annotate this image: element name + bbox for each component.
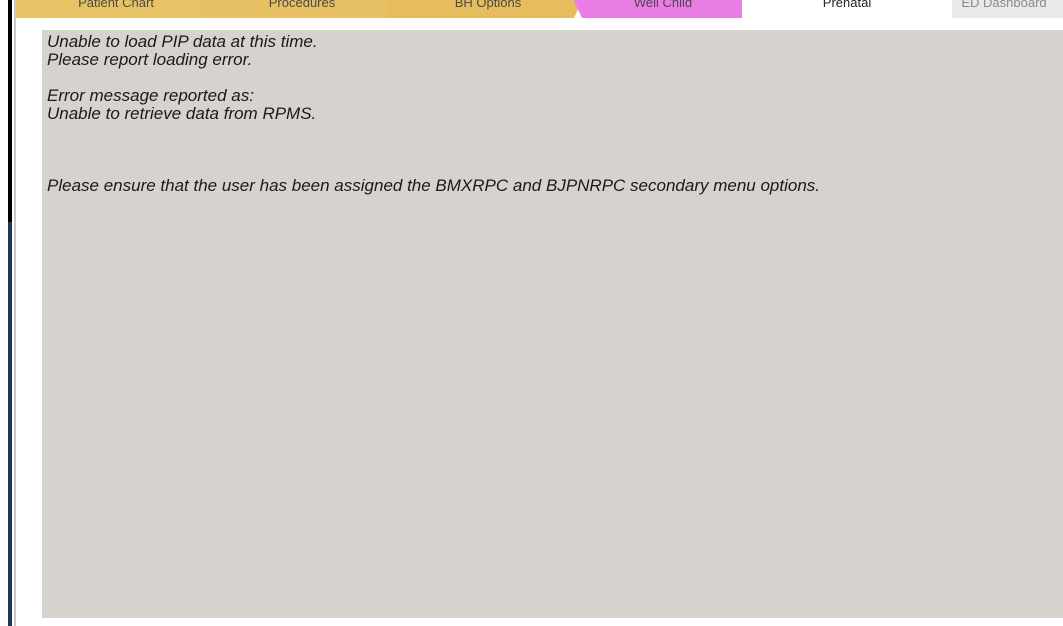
tab-strip: Patient Chart Procedures BH Options Well… <box>16 0 1063 28</box>
app-window: Patient Chart Procedures BH Options Well… <box>0 0 1063 626</box>
splitter-edge <box>14 0 16 626</box>
error-line-report: Please report loading error. <box>47 50 253 69</box>
error-line-ensure-menu-options: Please ensure that the user has been ass… <box>47 176 820 195</box>
error-panel: Unable to load PIP data at this time. Pl… <box>42 30 1063 618</box>
tab-patient-chart[interactable]: Patient Chart <box>16 0 216 18</box>
error-line-message-label: Error message reported as: <box>47 86 254 105</box>
tab-well-child[interactable]: Well Child <box>568 0 758 18</box>
tab-procedures[interactable]: Procedures <box>202 0 402 18</box>
splitter-highlight <box>8 222 12 626</box>
error-line-message-text: Unable to retrieve data from RPMS. <box>47 104 317 123</box>
tab-ed-dashboard[interactable]: ED Dashboard <box>934 0 1063 18</box>
tab-bh-options[interactable]: BH Options <box>388 0 588 18</box>
error-line-unable-to-load: Unable to load PIP data at this time. <box>47 32 318 51</box>
tab-prenatal[interactable]: Prenatal <box>742 0 952 28</box>
